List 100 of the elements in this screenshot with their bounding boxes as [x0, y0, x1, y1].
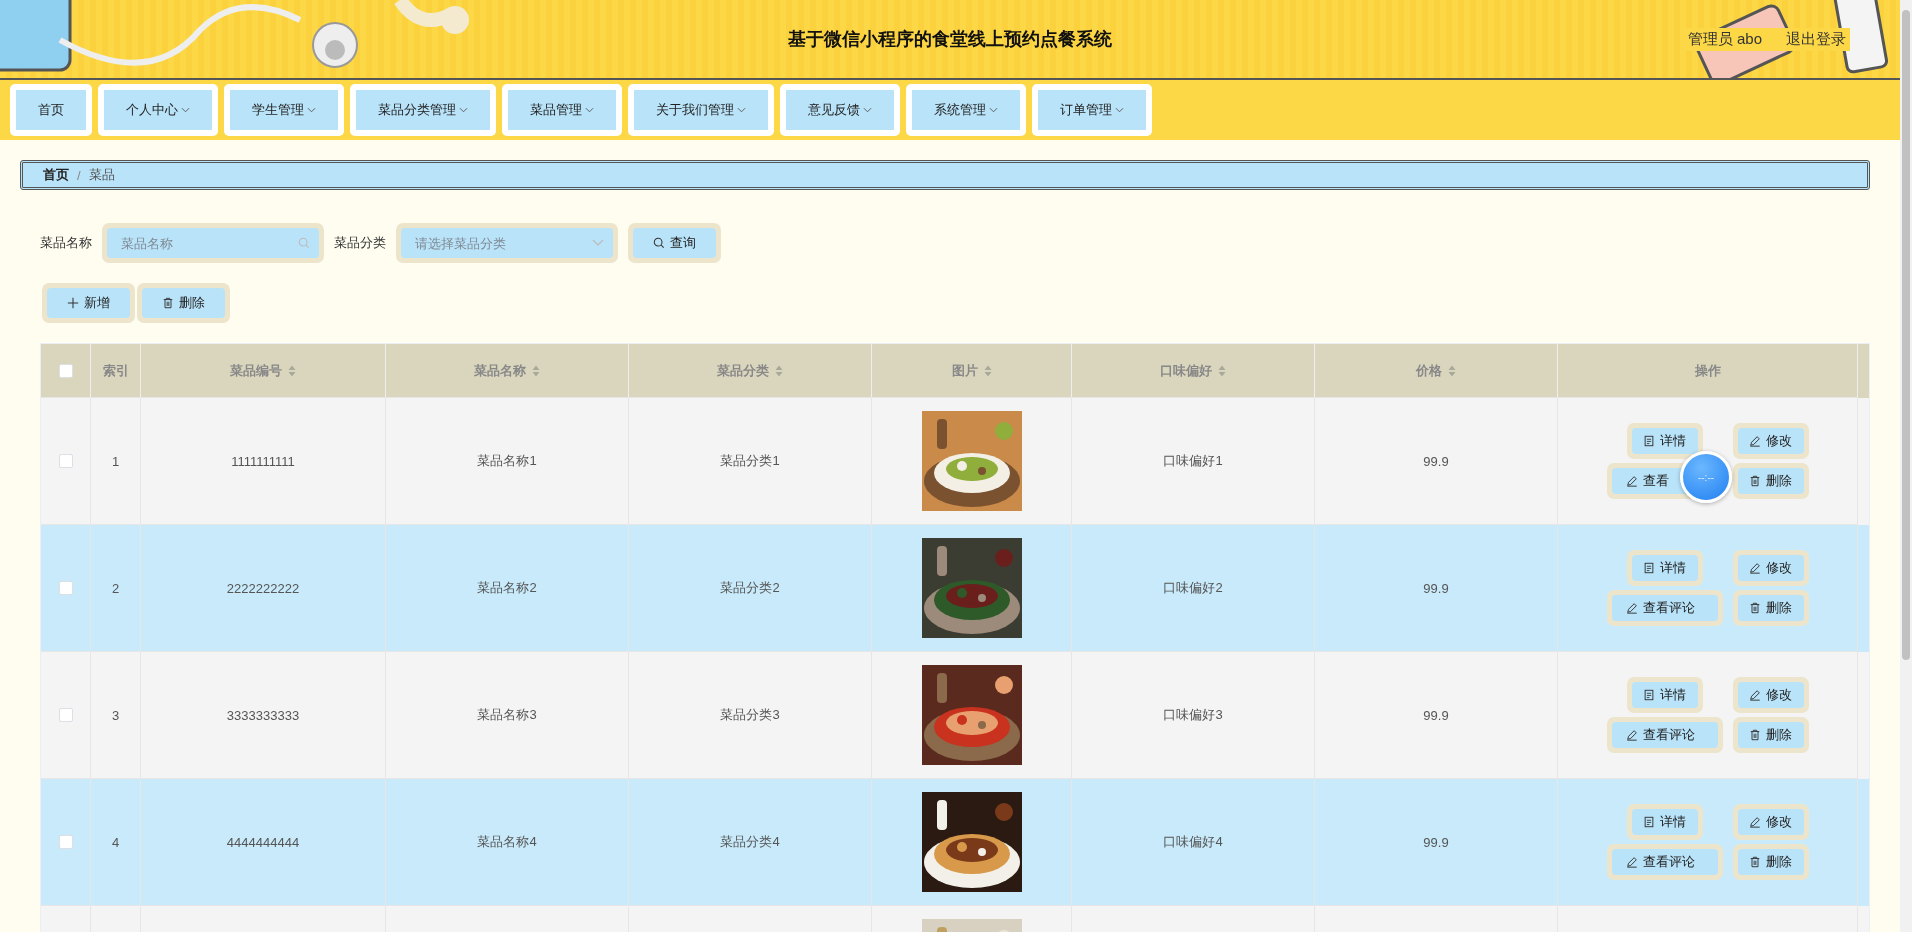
- column-header: 菜品分类: [717, 361, 769, 380]
- nav-menu-item[interactable]: 个人中心: [104, 90, 212, 130]
- nav-menu-item[interactable]: 意见反馈: [786, 90, 894, 130]
- nav-menu-item[interactable]: 菜品管理: [508, 90, 616, 130]
- pencil-icon: [1749, 816, 1761, 828]
- user-label: 管理员 abo: [1687, 30, 1762, 49]
- document-icon: [1643, 816, 1655, 828]
- pencil-icon: [1625, 856, 1638, 868]
- edit-button[interactable]: 修改: [1737, 682, 1804, 708]
- scrollbar[interactable]: [1900, 0, 1912, 932]
- table-cell: 菜品分类1: [720, 452, 780, 470]
- table-cell: 菜品分类2: [720, 579, 780, 597]
- table-cell: 菜品分类4: [720, 833, 780, 851]
- delete-button[interactable]: 删除: [1737, 849, 1804, 875]
- edit-button[interactable]: 查看评论: [1611, 595, 1718, 621]
- table-cell: 4: [111, 834, 120, 850]
- table-cell: 菜品名称4: [477, 833, 537, 851]
- detail-button[interactable]: 详情: [1631, 555, 1698, 581]
- delete-button[interactable]: 删除: [1737, 595, 1804, 621]
- document-icon: [1643, 689, 1655, 701]
- edit-button[interactable]: 修改: [1737, 809, 1804, 835]
- table-cell: 菜品名称3: [477, 706, 537, 724]
- edit-button[interactable]: 修改: [1737, 555, 1804, 581]
- table-cell: 菜品名称1: [477, 452, 537, 470]
- nav-menu-item[interactable]: 系统管理: [912, 90, 1020, 130]
- add-button[interactable]: 新增: [47, 288, 130, 318]
- row-checkbox[interactable]: [58, 835, 73, 849]
- table-cell: 菜品名称2: [477, 579, 537, 597]
- select-field[interactable]: 请选择菜品分类: [401, 228, 613, 258]
- trash-icon: [162, 297, 174, 309]
- nav-menu-item[interactable]: 关于我们管理: [634, 90, 768, 130]
- sort-icon[interactable]: [775, 364, 783, 377]
- table-cell: 3: [111, 707, 120, 723]
- delete-button[interactable]: 删除: [1737, 722, 1804, 748]
- document-icon: [1643, 562, 1655, 574]
- column-header: 菜品名称: [474, 361, 526, 380]
- detail-button[interactable]: 详情: [1631, 428, 1698, 454]
- table-cell: 菜品分类3: [720, 706, 780, 724]
- table-cell: 99.9: [1423, 453, 1449, 469]
- field-label: 菜品分类: [334, 234, 386, 252]
- table-cell: 99.9: [1423, 580, 1449, 596]
- trash-icon: [1749, 475, 1761, 487]
- app-title: 基于微信小程序的食堂线上预约点餐系统: [788, 28, 1112, 51]
- detail-button[interactable]: 详情: [1631, 809, 1698, 835]
- table-cell: 99.9: [1423, 834, 1449, 850]
- pencil-icon: [1625, 729, 1638, 741]
- edit-button[interactable]: 查看评论: [1611, 849, 1718, 875]
- column-header: 操作: [1694, 361, 1721, 380]
- edit-button[interactable]: 查看评论: [1611, 722, 1718, 748]
- pencil-icon: [1625, 602, 1638, 614]
- search-button[interactable]: 查询: [633, 228, 716, 258]
- table-cell: 2222222222: [226, 580, 300, 596]
- sort-icon[interactable]: [1218, 364, 1226, 377]
- pencil-icon: [1625, 475, 1638, 487]
- sort-icon[interactable]: [288, 364, 296, 377]
- nav-menu-item[interactable]: 学生管理: [230, 90, 338, 130]
- search-icon: [653, 237, 665, 249]
- delete-button[interactable]: 删除: [142, 288, 225, 318]
- trash-icon: [1749, 856, 1761, 868]
- table-cell: 口味偏好2: [1163, 579, 1223, 597]
- pencil-icon: [1749, 435, 1761, 447]
- table-cell: 1111111111: [231, 453, 295, 469]
- table-cell: 口味偏好1: [1163, 452, 1223, 470]
- delete-button[interactable]: 删除: [1737, 468, 1804, 494]
- select-all-checkbox[interactable]: [58, 363, 73, 378]
- logout-link[interactable]: 退出登录: [1786, 30, 1846, 49]
- table-cell: 99.9: [1423, 707, 1449, 723]
- sort-icon[interactable]: [1448, 364, 1456, 377]
- sort-icon[interactable]: [983, 364, 992, 377]
- column-header: 口味偏好: [1160, 361, 1212, 380]
- pencil-icon: [1749, 689, 1761, 701]
- row-checkbox[interactable]: [58, 708, 73, 722]
- column-header: 价格: [1416, 361, 1442, 380]
- document-icon: [1643, 435, 1655, 447]
- column-header: 菜品编号: [230, 361, 282, 380]
- search-field[interactable]: 菜品名称: [107, 228, 319, 258]
- search-icon: [298, 237, 310, 249]
- breadcrumb-link[interactable]: 首页: [43, 166, 69, 184]
- trash-icon: [1749, 602, 1761, 614]
- table-cell: 1: [111, 453, 120, 469]
- table-cell: 口味偏好4: [1163, 833, 1223, 851]
- row-checkbox[interactable]: [58, 454, 73, 468]
- sort-icon[interactable]: [532, 364, 540, 377]
- pencil-icon: [1749, 562, 1761, 574]
- row-checkbox[interactable]: [58, 581, 73, 595]
- trash-icon: [1749, 729, 1761, 741]
- edit-button[interactable]: 修改: [1737, 428, 1804, 454]
- table-cell: 4444444444: [226, 834, 300, 850]
- nav-menu-item[interactable]: 首页: [16, 90, 86, 130]
- table-cell: 口味偏好3: [1163, 706, 1223, 724]
- plus-icon: [67, 297, 79, 309]
- nav-menu-item[interactable]: 菜品分类管理: [356, 90, 490, 130]
- breadcrumb-link[interactable]: 菜品: [88, 166, 115, 184]
- column-header: 图片: [951, 361, 978, 380]
- field-label: 菜品名称: [40, 234, 92, 252]
- table-cell: 3333333333: [226, 707, 300, 723]
- detail-button[interactable]: 详情: [1631, 682, 1698, 708]
- nav-menu-item[interactable]: 订单管理: [1038, 90, 1146, 130]
- breadcrumb-separator: /: [77, 167, 81, 183]
- table-cell: 2: [111, 580, 120, 596]
